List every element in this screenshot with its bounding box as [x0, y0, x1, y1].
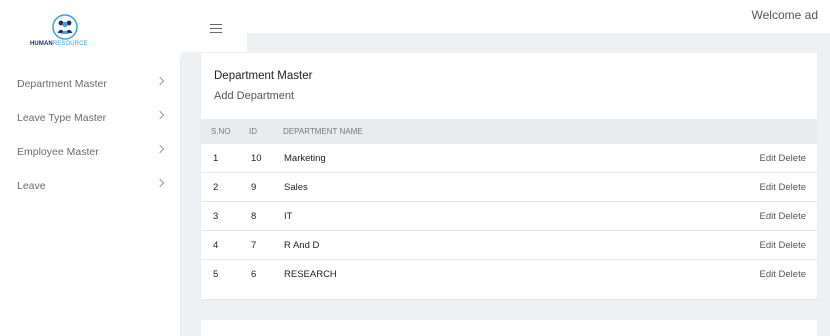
table-row: 1 10 Marketing Edit Delete	[201, 144, 817, 173]
sidebar-item-label: Department Master	[17, 78, 107, 90]
column-header-id: ID	[249, 127, 257, 136]
delete-link[interactable]: Delete	[779, 211, 806, 222]
sidebar-item-employee-master[interactable]: Employee Master	[0, 126, 180, 158]
cell-id: 8	[251, 211, 257, 222]
table-row: 3 8 IT Edit Delete	[201, 202, 817, 231]
sidebar-item-label: Leave	[17, 180, 46, 192]
sidebar-item-label: Employee Master	[17, 146, 99, 158]
cell-sno: 2	[213, 182, 219, 193]
row-actions: Edit Delete	[760, 182, 806, 193]
table-row: 5 6 RESEARCH Edit Delete	[201, 260, 817, 289]
cell-sno: 1	[213, 153, 219, 164]
edit-link[interactable]: Edit	[760, 153, 776, 164]
cell-department-name: RESEARCH	[284, 269, 337, 280]
cell-sno: 3	[213, 211, 219, 222]
table-row: 4 7 R And D Edit Delete	[201, 231, 817, 260]
column-header-sno: S.NO	[211, 127, 231, 136]
chevron-right-icon	[155, 178, 165, 188]
cell-department-name: R And D	[284, 240, 320, 251]
chevron-right-icon	[155, 110, 165, 120]
logo-text: HUMANRESOURCE	[30, 41, 88, 47]
sidebar: Department Master Leave Type Master Empl…	[0, 58, 181, 336]
table-header: S.NO ID DEPARTMENT NAME	[201, 119, 817, 144]
cell-department-name: Sales	[284, 182, 308, 193]
sidebar-item-leave-type-master[interactable]: Leave Type Master	[0, 92, 180, 124]
cell-sno: 5	[213, 269, 219, 280]
cell-department-name: Marketing	[284, 153, 326, 164]
row-actions: Edit Delete	[760, 153, 806, 164]
chevron-right-icon	[155, 76, 165, 86]
people-icon	[52, 14, 78, 40]
cell-department-name: IT	[284, 211, 293, 222]
delete-link[interactable]: Delete	[779, 182, 806, 193]
table-row: 2 9 Sales Edit Delete	[201, 173, 817, 202]
delete-link[interactable]: Delete	[779, 269, 806, 280]
hamburger-menu-icon[interactable]	[210, 24, 222, 33]
department-card: Department Master Add Department S.NO ID…	[201, 53, 817, 299]
sidebar-item-leave[interactable]: Leave	[0, 160, 180, 192]
chevron-right-icon	[155, 144, 165, 154]
sidebar-item-department-master[interactable]: Department Master	[0, 58, 180, 90]
page-title: Department Master	[214, 70, 313, 82]
cell-id: 7	[251, 240, 257, 251]
cell-id: 6	[251, 269, 257, 280]
row-actions: Edit Delete	[760, 240, 806, 251]
edit-link[interactable]: Edit	[760, 211, 776, 222]
cell-sno: 4	[213, 240, 219, 251]
edit-link[interactable]: Edit	[760, 269, 776, 280]
secondary-card	[201, 320, 817, 336]
welcome-text: Welcome ad	[751, 8, 818, 22]
row-actions: Edit Delete	[760, 269, 806, 280]
add-department-link[interactable]: Add Department	[214, 90, 294, 102]
delete-link[interactable]: Delete	[779, 153, 806, 164]
column-header-department-name: DEPARTMENT NAME	[283, 127, 363, 136]
edit-link[interactable]: Edit	[760, 182, 776, 193]
row-actions: Edit Delete	[760, 211, 806, 222]
edit-link[interactable]: Edit	[760, 240, 776, 251]
sidebar-item-label: Leave Type Master	[17, 112, 107, 124]
delete-link[interactable]: Delete	[779, 240, 806, 251]
cell-id: 9	[251, 182, 257, 193]
logo: HUMANRESOURCE	[0, 0, 181, 58]
cell-id: 10	[251, 153, 262, 164]
